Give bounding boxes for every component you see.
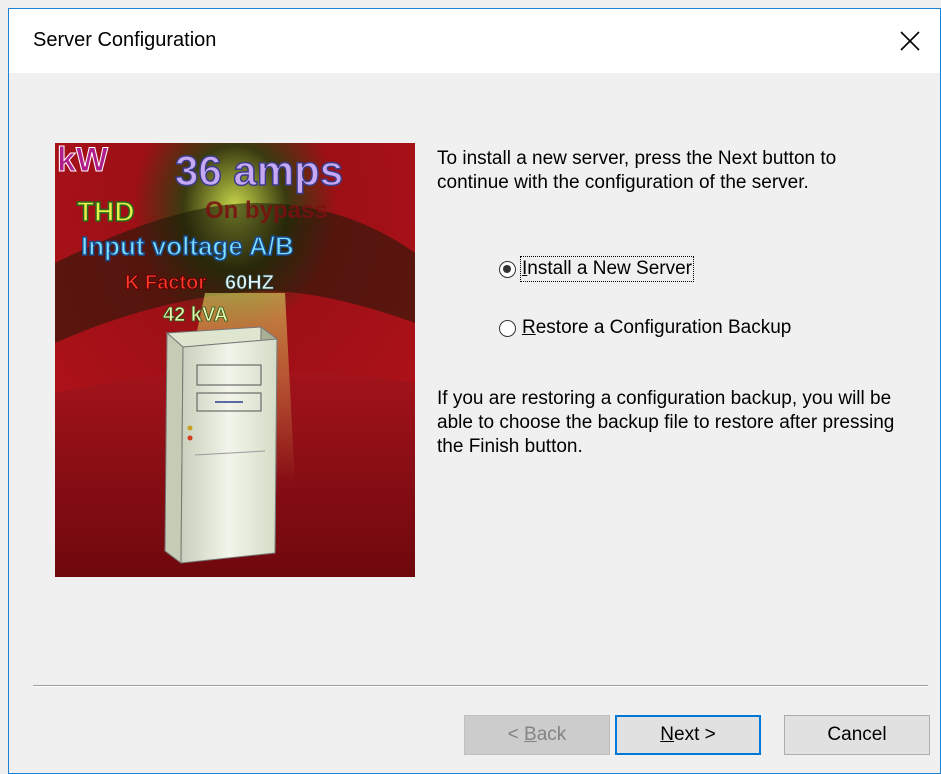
window-title: Server Configuration <box>33 29 217 51</box>
next-button[interactable]: Next > <box>615 715 761 755</box>
dialog-window: Server Configuration kW 36 amps THD On b… <box>8 8 941 774</box>
svg-text:60HZ: 60HZ <box>225 272 274 294</box>
radio-unselected-icon <box>499 319 516 337</box>
close-icon <box>900 31 920 51</box>
svg-text:kW: kW <box>57 143 109 179</box>
restore-backup-label: Restore a Configuration Backup <box>522 317 792 338</box>
install-new-server-label: Install a New Server <box>519 256 695 282</box>
back-button[interactable]: < Back <box>464 715 610 755</box>
cancel-button[interactable]: Cancel <box>784 715 930 755</box>
intro-text: To install a new server, press the Next … <box>437 148 837 193</box>
install-new-server-radio[interactable]: Install a New Server <box>499 256 695 282</box>
svg-text:THD: THD <box>77 196 135 227</box>
restore-note-text: If you are restoring a configuration bac… <box>437 388 895 457</box>
server-illustration: kW 36 amps THD On bypass Input voltage A… <box>55 143 415 577</box>
svg-text:36 amps: 36 amps <box>175 147 343 194</box>
svg-text:On bypass: On bypass <box>205 197 328 224</box>
svg-text:42 kVA: 42 kVA <box>163 304 228 326</box>
restore-backup-radio[interactable]: Restore a Configuration Backup <box>499 317 791 339</box>
footer-separator <box>33 685 928 687</box>
server-tower-icon <box>164 326 279 564</box>
title-bar: Server Configuration <box>9 9 940 73</box>
svg-text:K Factor: K Factor <box>125 272 206 294</box>
close-button[interactable] <box>880 9 940 73</box>
radio-selected-icon <box>499 260 516 278</box>
svg-text:Input voltage A/B: Input voltage A/B <box>81 231 294 261</box>
